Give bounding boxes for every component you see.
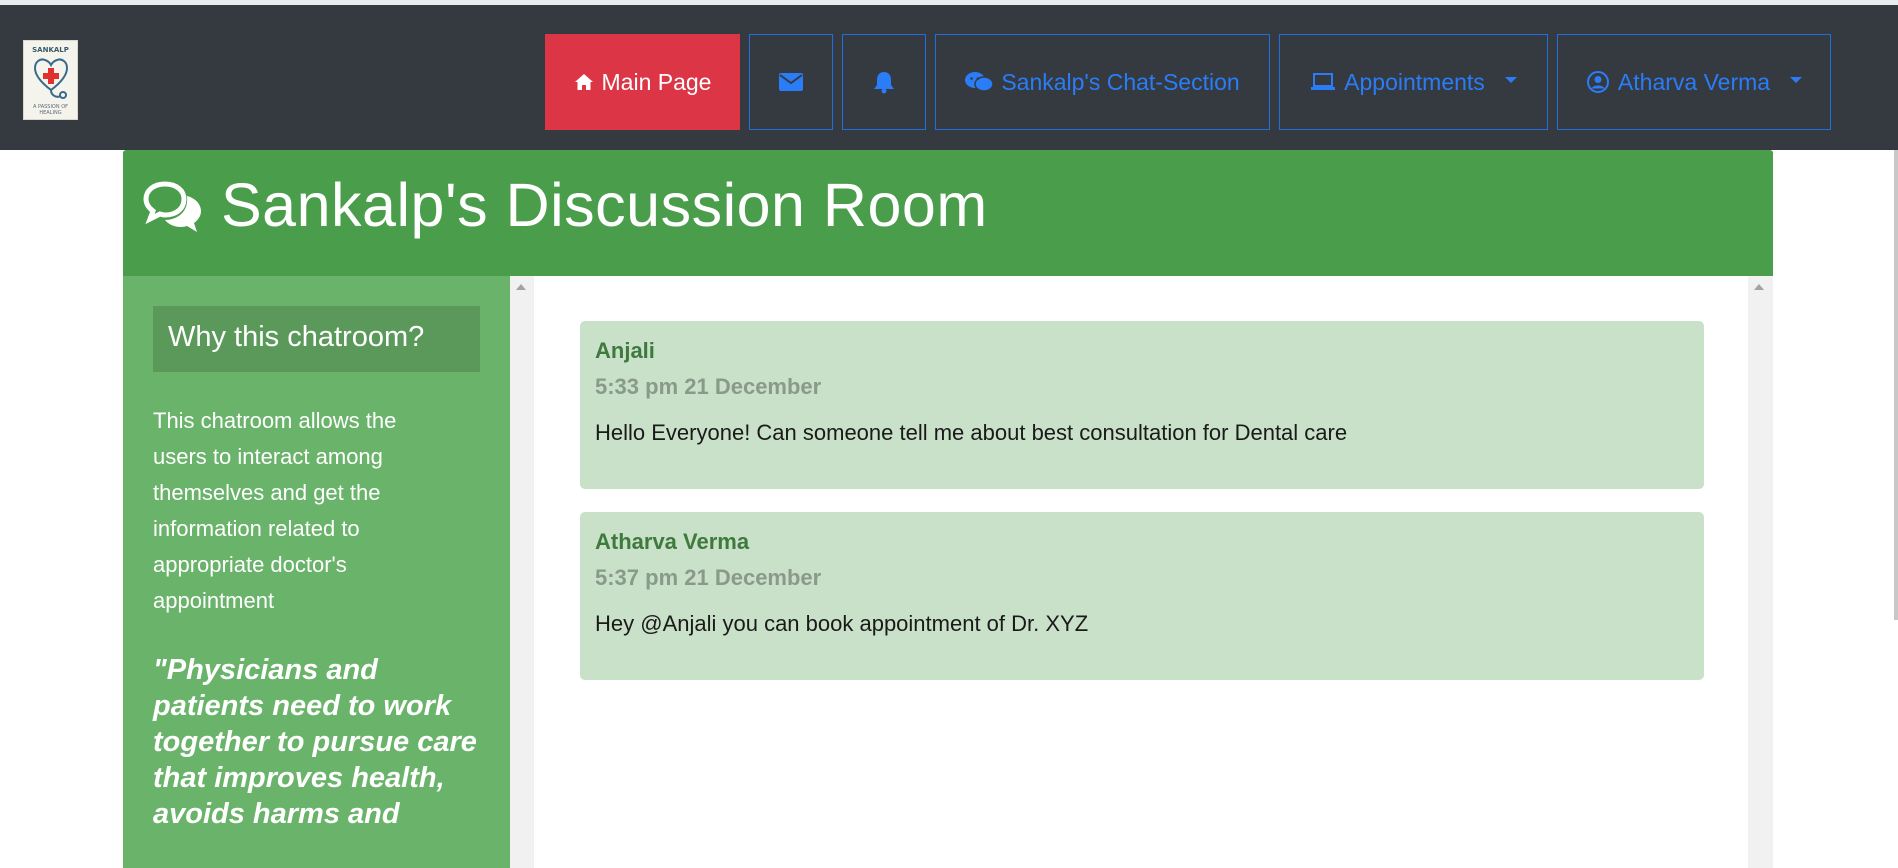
message-timestamp: 5:37 pm 21 December [595,565,822,590]
sankalp-logo[interactable]: SANKALP A PASSION OF HEALING [23,40,78,120]
logo-brand-text: SANKALP [32,46,69,54]
message-timestamp: 5:33 pm 21 December [595,374,822,399]
notifications-button[interactable] [842,34,926,130]
comments-icon [143,180,205,243]
wechat-icon [965,71,994,93]
laptop-icon [1310,73,1336,91]
sidebar-scrollbar[interactable] [510,276,534,868]
page-title: Sankalp's Discussion Room [221,171,988,239]
main-page-label: Main Page [601,68,712,95]
chat-message: Anjali 5:33 pm 21 December Hello Everyon… [580,321,1704,489]
message-author: Atharva Verma [595,529,750,554]
scroll-up-arrow-icon[interactable] [516,284,526,290]
chat-message: Atharva Verma 5:37 pm 21 December Hey @A… [580,512,1704,680]
user-circle-icon [1586,70,1610,94]
chat-section-label: Sankalp's Chat-Section [1001,68,1240,95]
page-scrollbar-edge[interactable] [1894,150,1898,620]
user-menu-dropdown[interactable]: Atharva Verma [1557,34,1831,130]
home-icon [574,73,594,91]
main-page-button[interactable]: Main Page [545,34,740,130]
chevron-down-icon [1790,77,1803,83]
discussion-room-header: Sankalp's Discussion Room [123,150,1773,276]
top-navbar: SANKALP A PASSION OF HEALING Main Page S… [0,5,1898,150]
chevron-down-icon [1504,77,1517,83]
sidebar-description: This chatroom allows the users to intera… [153,408,397,613]
scroll-up-arrow-icon[interactable] [1754,284,1764,290]
message-author: Anjali [595,338,655,363]
user-name-label: Atharva Verma [1617,68,1771,95]
info-sidebar: Why this chatroom? This chatroom allows … [123,276,510,868]
chat-messages-area: Anjali 5:33 pm 21 December Hello Everyon… [534,276,1748,868]
logo-tagline: A PASSION OF HEALING [32,104,69,116]
chat-scrollbar[interactable] [1748,276,1773,868]
messages-button[interactable] [749,34,833,130]
bell-icon [873,70,895,94]
appointments-label: Appointments [1344,68,1485,95]
heart-stethoscope-icon [33,58,69,99]
message-text: Hey @Anjali you can book appointment of … [595,611,1089,636]
chat-section-link[interactable]: Sankalp's Chat-Section [935,34,1270,130]
sidebar-quote: "Physicians and patients need to work to… [153,654,477,830]
message-text: Hello Everyone! Can someone tell me abou… [595,420,1348,445]
appointments-dropdown[interactable]: Appointments [1279,34,1548,130]
sidebar-heading: Why this chatroom? [153,306,480,372]
envelope-icon [779,73,803,91]
